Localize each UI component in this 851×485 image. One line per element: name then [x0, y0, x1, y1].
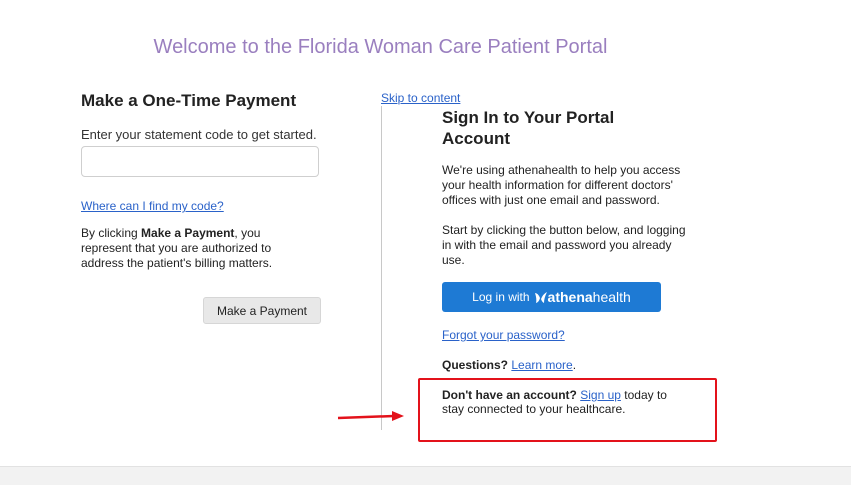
footer-bar	[0, 466, 851, 485]
skip-to-content-link[interactable]: Skip to content	[381, 91, 460, 105]
statement-code-input[interactable]	[81, 146, 319, 177]
questions-suffix: .	[572, 358, 577, 372]
athena-leaf-icon	[534, 291, 547, 303]
athena-login-button[interactable]: Log in with athena health	[442, 282, 661, 312]
questions-label: Questions?	[442, 358, 509, 372]
arrow-right-icon	[337, 411, 404, 421]
signin-instructions: Start by clicking the button below, and …	[442, 223, 686, 267]
annotation-highlight-box	[418, 378, 717, 442]
signin-intro: We're using athenahealth to help you acc…	[442, 163, 681, 207]
make-payment-button[interactable]: Make a Payment	[203, 297, 321, 324]
signin-heading: Sign In to Your Portal Account	[442, 108, 615, 148]
find-code-link[interactable]: Where can I find my code?	[81, 199, 224, 213]
column-divider	[381, 106, 382, 430]
learn-more-link[interactable]: Learn more	[511, 358, 572, 372]
disclaimer-bold: Make a Payment	[141, 226, 235, 240]
portal-title: Welcome to the Florida Woman Care Patien…	[153, 36, 608, 58]
login-button-label: Log in with	[472, 290, 530, 304]
payment-instructions: Enter your statement code to get started…	[81, 127, 317, 142]
payment-heading: Make a One-Time Payment	[81, 91, 297, 110]
athena-logo-bold: athena	[547, 289, 593, 305]
forgot-password-link[interactable]: Forgot your password?	[442, 328, 565, 342]
athena-logo: athena health	[534, 289, 631, 305]
payment-disclaimer: By clicking Make a Payment, you represen…	[81, 226, 281, 271]
disclaimer-prefix: By clicking	[81, 226, 142, 240]
questions-line: Questions? Learn more.	[442, 358, 576, 372]
athena-logo-regular: health	[592, 289, 631, 305]
